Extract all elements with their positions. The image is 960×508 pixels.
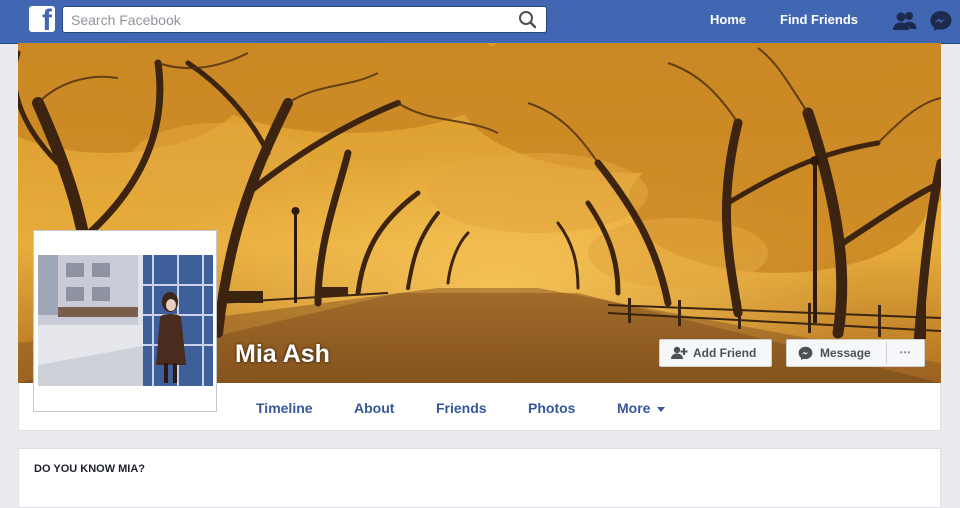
add-friend-label: Add Friend bbox=[693, 346, 757, 360]
top-navigation-bar: f Home Find Friends bbox=[0, 0, 960, 44]
tab-more[interactable]: More bbox=[617, 400, 666, 416]
more-options-button[interactable]: ••• bbox=[887, 340, 924, 366]
search-input[interactable] bbox=[63, 7, 519, 32]
add-friend-icon bbox=[671, 346, 688, 359]
tab-timeline[interactable]: Timeline bbox=[256, 400, 313, 416]
search-icon bbox=[519, 11, 537, 29]
messenger-icon bbox=[798, 346, 813, 360]
search-box bbox=[62, 6, 547, 33]
do-you-know-panel: DO YOU KNOW MIA? bbox=[18, 448, 941, 508]
logo-letter: f bbox=[42, 6, 52, 32]
tab-photos[interactable]: Photos bbox=[528, 400, 575, 416]
tab-friends[interactable]: Friends bbox=[436, 400, 487, 416]
find-friends-link[interactable]: Find Friends bbox=[780, 12, 858, 27]
search-button[interactable] bbox=[500, 7, 546, 32]
home-link[interactable]: Home bbox=[710, 12, 746, 27]
facebook-logo-icon[interactable]: f bbox=[29, 6, 55, 32]
panel-title: DO YOU KNOW MIA? bbox=[34, 463, 146, 475]
profile-picture-card[interactable] bbox=[33, 230, 217, 412]
message-button-group: Message ••• bbox=[786, 339, 925, 367]
friend-requests-icon[interactable] bbox=[892, 9, 918, 33]
add-friend-button[interactable]: Add Friend bbox=[659, 339, 772, 367]
message-button[interactable]: Message bbox=[787, 340, 886, 366]
messenger-icon[interactable] bbox=[928, 9, 954, 33]
message-label: Message bbox=[820, 346, 871, 360]
tab-about[interactable]: About bbox=[354, 400, 394, 416]
profile-picture bbox=[38, 255, 213, 386]
chevron-down-icon bbox=[657, 406, 666, 412]
tab-more-label: More bbox=[617, 400, 651, 416]
profile-name[interactable]: Mia Ash bbox=[235, 340, 330, 369]
